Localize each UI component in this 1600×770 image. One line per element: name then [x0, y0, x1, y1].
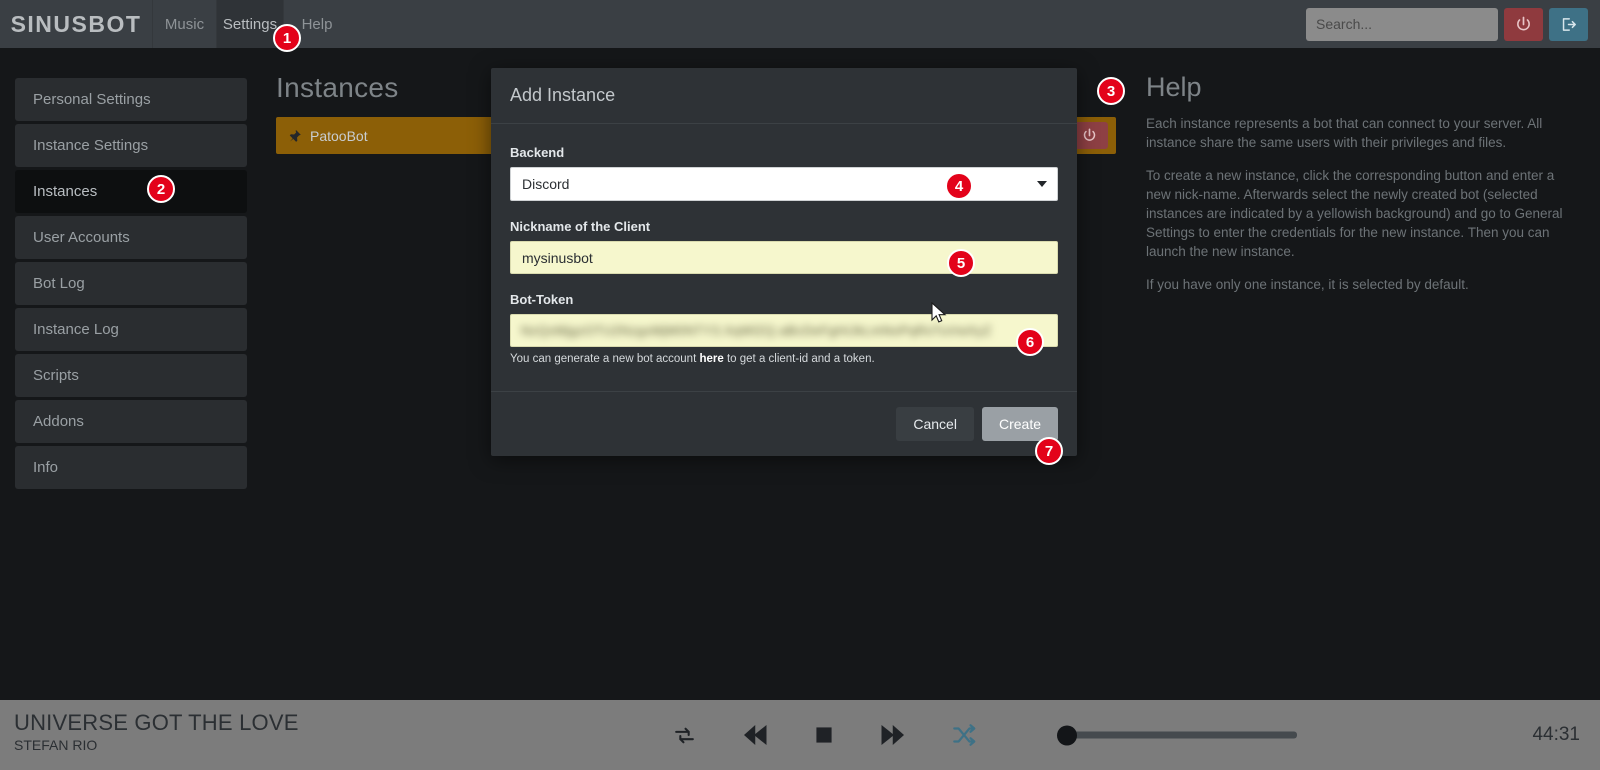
volume-slider[interactable] [1057, 725, 1297, 745]
repeat-icon [675, 727, 694, 743]
modal-body: Backend Discord Nickname of the Client B… [491, 124, 1077, 391]
sidebar-item-label: User Accounts [33, 229, 130, 246]
previous-icon [744, 725, 767, 745]
generate-bot-account-link[interactable]: here [699, 353, 723, 365]
sidebar-item-label: Addons [33, 413, 84, 430]
logout-button[interactable] [1549, 7, 1588, 41]
bot-token-hint: You can generate a new bot account here … [510, 353, 1058, 365]
annotation-badge-6: 6 [1016, 328, 1044, 356]
backend-select[interactable]: Discord [510, 167, 1058, 201]
volume-slider-knob[interactable] [1057, 725, 1077, 745]
modal-title: Add Instance [510, 85, 616, 105]
sidebar-item-label: Instances [33, 183, 98, 200]
player-controls [672, 720, 977, 750]
annotation-badge-3: 3 [1097, 77, 1125, 105]
power-button[interactable] [1504, 7, 1543, 41]
repeat-button[interactable] [672, 723, 697, 748]
sidebar-item-bot-log[interactable]: Bot Log [15, 262, 247, 305]
sidebar-item-scripts[interactable]: Scripts [15, 354, 247, 397]
tab-music-label: Music [164, 15, 205, 33]
bot-token-wrapper: NzQxMjgzOTU2NzgxMjM0NTY3.XqWlZQ.aBcDeFgH… [510, 314, 1058, 347]
bot-token-label: Bot-Token [510, 292, 574, 307]
player-bar: UNIVERSE GOT THE LOVE STEFAN RIO 44:31 [0, 700, 1600, 770]
annotation-badge-7: 7 [1035, 437, 1063, 465]
modal-header: Add Instance [491, 68, 1077, 124]
pin-icon [288, 129, 302, 143]
sidebar-item-user-accounts[interactable]: User Accounts [15, 216, 247, 259]
topbar-actions [1306, 0, 1600, 48]
nickname-input[interactable] [510, 241, 1058, 274]
help-paragraph: Each instance represents a bot that can … [1146, 116, 1543, 150]
previous-button[interactable] [739, 720, 769, 750]
bot-token-hint-prefix: You can generate a new bot account [510, 353, 700, 365]
bot-token-hint-suffix: to get a client-id and a token. [723, 353, 875, 365]
track-title: UNIVERSE GOT THE LOVE [14, 710, 299, 735]
next-button[interactable] [879, 720, 909, 750]
tab-settings-label: Settings [222, 15, 278, 33]
sidebar-item-instance-log[interactable]: Instance Log [15, 308, 247, 351]
sidebar-item-info[interactable]: Info [15, 446, 247, 489]
annotation-badge-2: 2 [147, 175, 175, 203]
track-info: UNIVERSE GOT THE LOVE STEFAN RIO [14, 710, 299, 754]
nickname-label: Nickname of the Client [510, 219, 651, 234]
sidebar-item-label: Instance Settings [33, 137, 149, 154]
sidebar-item-addons[interactable]: Addons [15, 400, 247, 443]
annotation-badge-5: 5 [947, 249, 975, 277]
next-icon [881, 725, 904, 745]
player-time: 44:31 [1532, 724, 1580, 745]
stop-icon [816, 727, 832, 743]
sidebar-item-label: Bot Log [33, 275, 85, 292]
logout-icon [1562, 17, 1576, 31]
sidebar-item-personal-settings[interactable]: Personal Settings [15, 78, 247, 121]
backend-label: Backend [510, 145, 565, 160]
sidebar-item-label: Info [33, 459, 59, 476]
annotation-badge-4: 4 [945, 172, 973, 200]
annotation-badge-1: 1 [273, 24, 301, 52]
search-input[interactable] [1306, 7, 1498, 41]
create-button[interactable]: Create [981, 407, 1058, 441]
bot-token-input[interactable] [510, 314, 1058, 347]
volume-slider-track[interactable] [1057, 725, 1297, 745]
help-panel: Help Each instance represents a bot that… [1146, 72, 1566, 308]
sidebar-item-label: Personal Settings [33, 91, 151, 108]
sidebar-navigation: Personal Settings Instance Settings Inst… [15, 78, 247, 492]
app-logo: SINUSBOT [0, 0, 152, 48]
app-logo-text: SINUSBOT [10, 10, 142, 37]
help-panel-title: Help [1146, 72, 1202, 102]
shuffle-icon [953, 724, 976, 746]
add-instance-modal: Add Instance Backend Discord Nickname of… [491, 68, 1077, 456]
shuffle-button[interactable] [951, 722, 977, 748]
help-paragraph: If you have only one instance, it is sel… [1146, 277, 1469, 292]
power-icon [1517, 16, 1530, 30]
top-navigation-bar: SINUSBOT Music Settings Help [0, 0, 1600, 48]
app-root: SINUSBOT Music Settings Help Search... P… [0, 0, 1600, 770]
cancel-button[interactable]: Cancel [896, 407, 974, 441]
modal-footer: Cancel Create [491, 391, 1077, 456]
sidebar-item-label: Scripts [33, 367, 79, 384]
sidebar-item-label: Instance Log [33, 321, 119, 338]
help-paragraph: To create a new instance, click the corr… [1146, 168, 1563, 259]
stop-button[interactable] [811, 722, 837, 748]
tab-help-label: Help [301, 15, 333, 33]
backend-select-wrapper: Discord [510, 167, 1058, 201]
sidebar-item-instances[interactable]: Instances [15, 170, 247, 213]
power-icon [1083, 128, 1095, 141]
sidebar-item-instance-settings[interactable]: Instance Settings [15, 124, 247, 167]
track-artist: STEFAN RIO [14, 737, 98, 753]
instance-name: PatooBot [310, 127, 368, 144]
tab-music[interactable]: Music [152, 0, 216, 48]
